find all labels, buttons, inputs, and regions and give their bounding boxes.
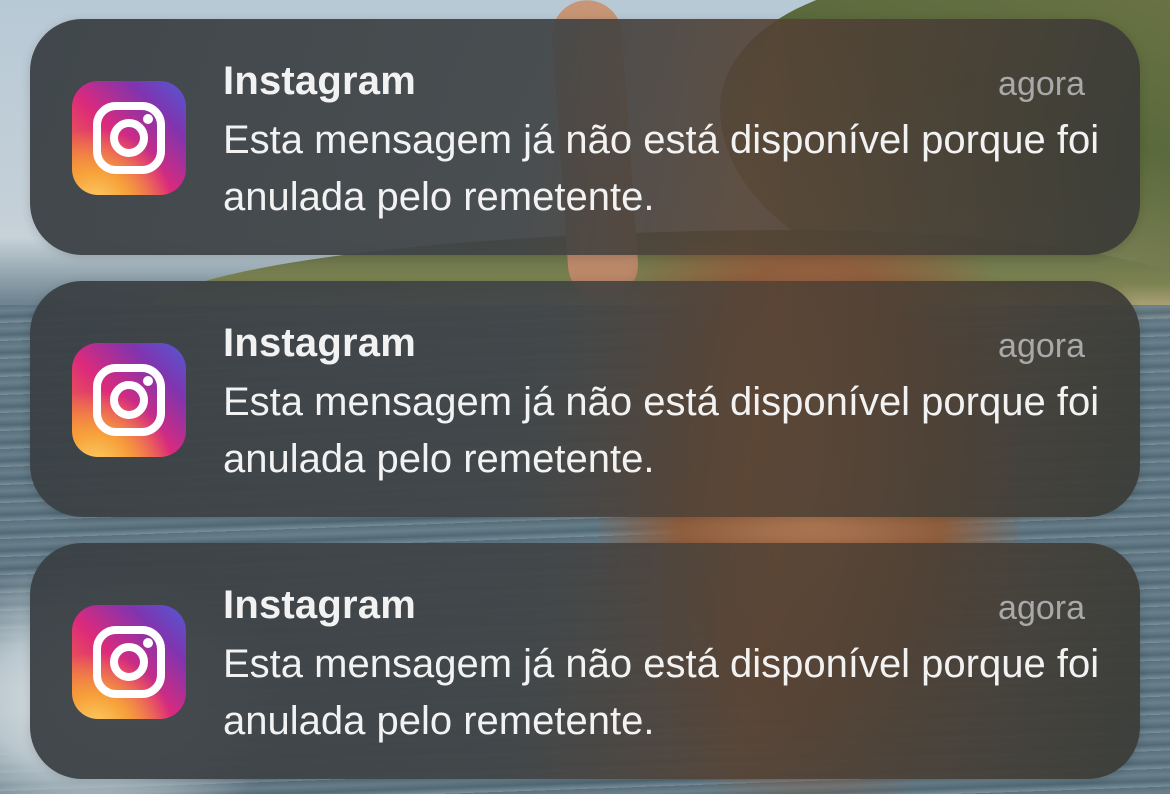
notification-app-name: Instagram — [223, 321, 416, 365]
notification-message: Esta mensagem já não está disponível por… — [223, 118, 1100, 219]
notification-message: Esta mensagem já não está disponível por… — [223, 380, 1100, 481]
instagram-icon — [72, 605, 186, 719]
notification-stack: Instagram agora Esta mensagem já não est… — [30, 19, 1140, 805]
notification-app-name: Instagram — [223, 59, 416, 103]
notification-message: Esta mensagem já não está disponível por… — [223, 642, 1100, 743]
notification-time: agora — [998, 589, 1085, 627]
notification-app-name: Instagram — [223, 583, 416, 627]
notification-card[interactable]: Instagram agora Esta mensagem já não est… — [30, 19, 1140, 255]
notification-card[interactable]: Instagram agora Esta mensagem já não est… — [30, 281, 1140, 517]
notification-card[interactable]: Instagram agora Esta mensagem já não est… — [30, 543, 1140, 779]
notification-time: agora — [998, 327, 1085, 365]
instagram-icon — [72, 81, 186, 195]
notification-time: agora — [998, 65, 1085, 103]
instagram-icon — [72, 343, 186, 457]
